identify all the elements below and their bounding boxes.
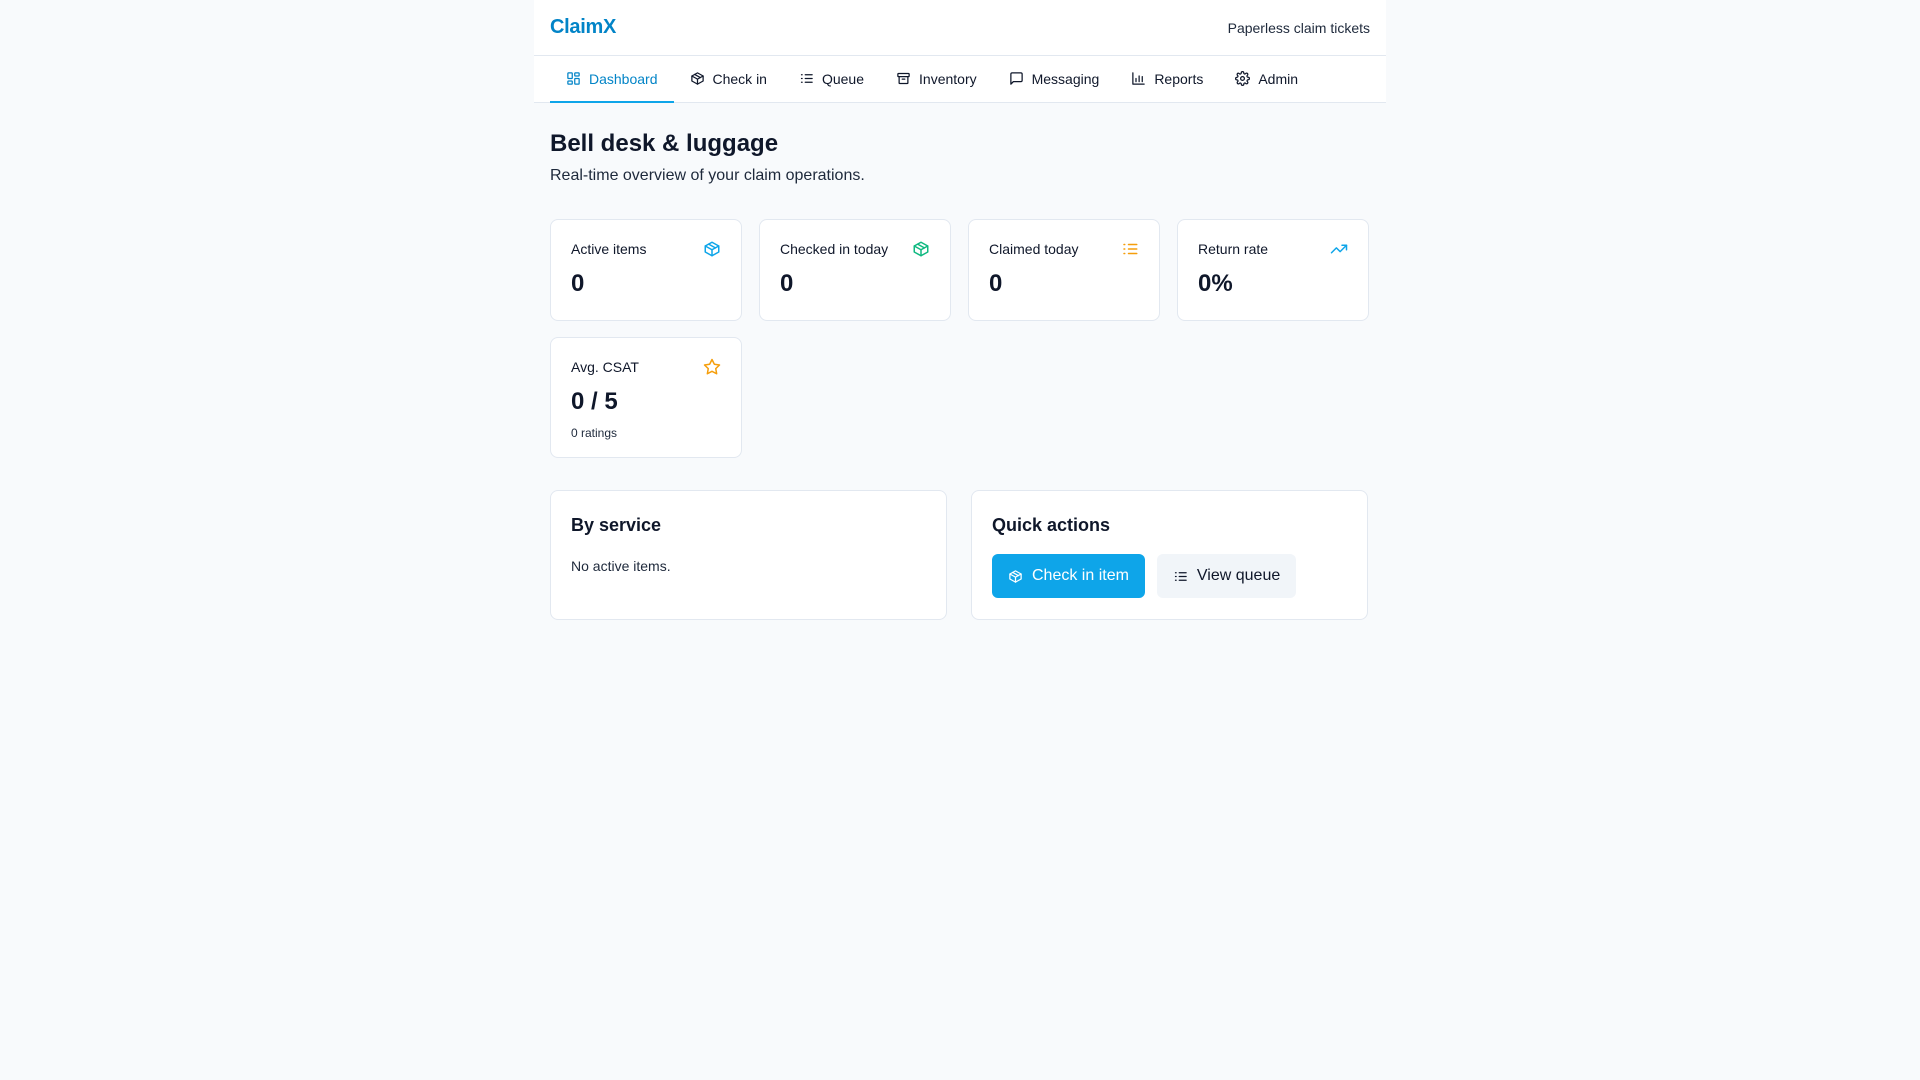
stat-value: 0 / 5 xyxy=(571,388,618,415)
page-title: Bell desk & luggage xyxy=(550,130,779,157)
brand-logo[interactable]: ClaimX xyxy=(550,16,616,39)
stat-card-active-items: Active items 0 xyxy=(550,219,742,321)
stat-card-claimed-today: Claimed today 0 xyxy=(968,219,1160,321)
panels-row: By service No active items. Quick action… xyxy=(550,490,1370,620)
by-service-panel: By service No active items. xyxy=(550,490,947,620)
tab-label: Check in xyxy=(712,70,767,87)
top-bar: ClaimX Paperless claim tickets xyxy=(534,0,1386,56)
tab-label: Dashboard xyxy=(589,70,658,87)
tab-dashboard[interactable]: Dashboard xyxy=(550,56,674,103)
star-icon xyxy=(703,358,721,375)
tab-messaging[interactable]: Messaging xyxy=(993,56,1116,103)
stat-value: 0 xyxy=(989,270,1003,297)
stat-card-return-rate: Return rate 0% xyxy=(1177,219,1369,321)
stat-label: Avg. CSAT xyxy=(571,359,639,375)
stat-label: Active items xyxy=(571,241,647,257)
main-nav: Dashboard Check in Queue Inventory Messa… xyxy=(534,56,1386,103)
trending-up-icon xyxy=(1330,244,1348,254)
tab-admin[interactable]: Admin xyxy=(1219,56,1314,103)
tab-label: Reports xyxy=(1154,70,1204,87)
tab-queue[interactable]: Queue xyxy=(783,56,880,103)
list-icon xyxy=(1123,243,1138,255)
stat-card-checked-in-today: Checked in today 0 xyxy=(759,219,951,321)
package-icon xyxy=(690,72,704,85)
tab-reports[interactable]: Reports xyxy=(1115,56,1219,103)
stat-note: 0 ratings xyxy=(571,426,618,440)
panel-title: Quick actions xyxy=(992,515,1111,535)
archive-icon xyxy=(897,72,910,85)
page-subtitle: Real-time overview of your claim operati… xyxy=(550,167,865,184)
button-label: View queue xyxy=(1196,567,1281,584)
view-queue-button[interactable]: View queue xyxy=(1156,554,1297,598)
tab-label: Inventory xyxy=(919,70,977,87)
tab-check-in[interactable]: Check in xyxy=(674,56,783,103)
tab-label: Queue xyxy=(821,70,865,87)
stat-card-avg-csat: Avg. CSAT 0 / 5 0 ratings xyxy=(550,337,742,458)
message-icon xyxy=(1009,72,1023,85)
check-in-item-button[interactable]: Check in item xyxy=(992,554,1145,598)
stat-label: Checked in today xyxy=(780,241,889,257)
tab-label: Messaging xyxy=(1031,70,1100,87)
tagline: Paperless claim tickets xyxy=(1227,19,1370,36)
list-icon xyxy=(800,74,813,83)
gear-icon xyxy=(1235,71,1251,86)
stat-label: Claimed today xyxy=(989,241,1079,257)
stats-grid: Active items 0 Checked in today 0 Claime… xyxy=(550,219,1370,458)
list-icon xyxy=(1174,571,1187,581)
empty-state-text: No active items. xyxy=(571,558,671,574)
stat-value: 0% xyxy=(1198,270,1233,297)
bar-chart-icon xyxy=(1132,72,1146,85)
dashboard-icon xyxy=(567,72,580,85)
stat-label: Return rate xyxy=(1198,241,1269,257)
package-icon xyxy=(704,241,720,257)
package-icon xyxy=(1009,569,1022,583)
stat-value: 0 xyxy=(780,270,794,297)
package-icon xyxy=(913,241,929,257)
tab-inventory[interactable]: Inventory xyxy=(880,56,993,103)
stat-value: 0 xyxy=(571,270,585,297)
panel-title: By service xyxy=(571,515,662,535)
button-label: Check in item xyxy=(1032,567,1129,584)
tab-label: Admin xyxy=(1258,70,1299,87)
quick-actions-panel: Quick actions Check in item View queue xyxy=(971,490,1368,620)
dashboard-main: Bell desk & luggage Real-time overview o… xyxy=(534,103,1386,620)
